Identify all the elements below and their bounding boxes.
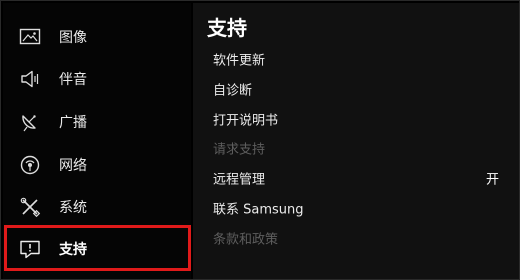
menu-item-software-update[interactable]: 软件更新 [193,45,519,73]
sidebar-item-label: 伴音 [59,72,87,88]
menu-item-terms-policy: 条款和政策 [193,224,519,252]
sidebar-item-network[interactable]: 网络 [3,144,191,186]
sidebar-item-label: 系统 [59,200,87,216]
sidebar-item-system[interactable]: 系统 [3,186,191,228]
picture-icon [19,28,41,45]
sidebar-item-label: 图像 [59,30,87,46]
menu-item-label: 条款和政策 [213,232,279,248]
network-icon [20,155,40,175]
menu-item-self-diagnosis[interactable]: 自诊断 [193,75,519,103]
sidebar-item-support[interactable]: 支持 [3,228,191,270]
menu-item-label: 自诊断 [213,83,253,99]
support-panel: 支持 软件更新 自诊断 打开说明书 请求支持 远程管理 开 联系 Samsung… [193,3,519,279]
menu-item-contact-samsung[interactable]: 联系 Samsung [193,194,519,222]
settings-window: 图像 伴音 广播 网络 系统 支持 支持 软件更新 自诊断 打开说明书 请求支持… [0,0,520,280]
sidebar-item-label: 广播 [59,115,87,131]
menu-item-remote-management[interactable]: 远程管理 开 [193,164,519,192]
sidebar-item-picture[interactable]: 图像 [3,16,191,58]
menu-item-request-support: 请求支持 [193,134,519,162]
menu-item-label: 打开说明书 [213,113,279,129]
speaker-icon [21,70,39,88]
menu-item-label: 远程管理 [213,172,266,188]
sidebar-item-label: 网络 [59,158,87,174]
menu-item-label: 请求支持 [213,142,266,158]
remote-management-status: 开 [485,172,499,188]
sidebar-item-broadcast[interactable]: 广播 [3,101,191,143]
menu-item-label: 软件更新 [213,53,266,69]
support-icon [20,240,40,259]
sidebar-item-label: 支持 [59,242,87,258]
satellite-dish-icon [22,115,36,132]
menu-item-open-manual[interactable]: 打开说明书 [193,105,519,133]
menu-item-label: 联系 Samsung [213,202,304,218]
tools-icon [20,197,41,218]
settings-sidebar: 图像 伴音 广播 网络 系统 支持 [3,3,191,279]
sidebar-item-sound[interactable]: 伴音 [3,58,191,100]
page-title: 支持 [207,16,247,40]
